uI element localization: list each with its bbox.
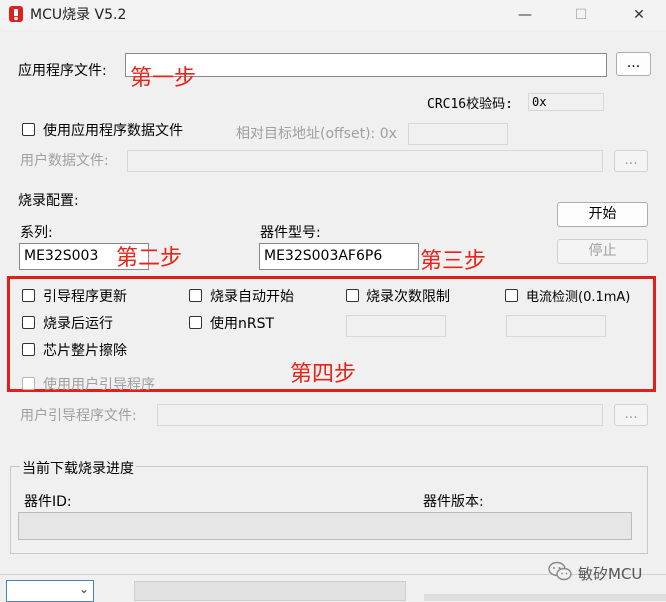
run-after-checkbox[interactable] [22,316,35,329]
auto-start-checkbox[interactable] [189,289,202,302]
device-select[interactable]: ME32S003AF6P6 [259,243,419,270]
boot-update-label: 引导程序更新 [43,289,127,305]
burn-config-title: 烧录配置: [18,193,79,209]
port-select[interactable]: ⌄ [6,580,94,602]
boot-update-checkbox[interactable] [22,289,35,302]
start-button[interactable]: 开始 [557,202,648,227]
app-file-label: 应用程序文件: [18,63,107,79]
step-three-annotation: 第三步 [420,249,487,274]
use-user-boot-label: 使用用户引导程序 [43,377,155,393]
app-icon [8,5,24,23]
chevron-down-icon: ⌄ [78,582,89,596]
device-version-label: 器件版本: [423,494,484,510]
auto-start-label: 烧录自动开始 [210,289,294,305]
user-data-input[interactable] [127,150,603,172]
count-limit-input[interactable] [346,315,446,337]
offset-input[interactable] [408,123,508,145]
use-user-boot-checkbox[interactable] [22,377,35,390]
run-after-label: 烧录后运行 [43,316,113,332]
use-nrst-label: 使用nRST [210,316,275,332]
app-file-browse-button[interactable]: ... [616,52,651,76]
step-one-annotation: 第一步 [130,66,197,91]
chip-erase-checkbox[interactable] [22,343,35,356]
window-title: MCU烧录 V5.2 [30,7,127,23]
app-data-checkbox-label: 使用应用程序数据文件 [43,123,183,139]
status-bar-right [424,594,666,601]
offset-label: 相对目标地址(offset): 0x [236,126,397,142]
progress-bar [18,512,632,540]
step-four-annotation: 第四步 [290,362,357,387]
current-limit-input[interactable] [506,315,606,337]
close-button[interactable]: ✕ [622,2,656,28]
wechat-icon [548,561,572,583]
count-limit-label: 烧录次数限制 [366,289,450,305]
minimize-button[interactable]: — [508,2,542,28]
app-data-checkbox[interactable] [22,123,35,136]
user-boot-browse-button[interactable]: ... [614,404,648,426]
progress-group [10,466,648,554]
status-bar-field [134,581,406,601]
maximize-button[interactable]: ☐ [564,2,598,28]
current-detect-checkbox[interactable] [505,289,518,302]
user-boot-file-label: 用户引导程序文件: [20,408,137,424]
user-boot-file-input[interactable] [157,404,603,426]
series-label: 系列: [20,225,53,241]
crc-label: CRC16校验码: [427,97,513,112]
count-limit-checkbox[interactable] [346,289,359,302]
device-label: 器件型号: [260,225,321,241]
current-detect-label: 电流检测(0.1mA) [526,290,631,305]
app-file-input[interactable] [125,53,607,77]
use-nrst-checkbox[interactable] [189,316,202,329]
watermark-text: 敏矽MCU [578,565,643,583]
progress-title: 当前下载烧录进度 [20,458,136,478]
chip-erase-label: 芯片整片擦除 [43,343,127,359]
user-data-label: 用户数据文件: [20,153,109,169]
stop-button[interactable]: 停止 [557,239,648,264]
device-id-label: 器件ID: [24,494,72,510]
user-data-browse-button[interactable]: ... [614,150,648,172]
crc-value: 0x [528,93,604,111]
step-two-annotation: 第二步 [116,246,183,271]
